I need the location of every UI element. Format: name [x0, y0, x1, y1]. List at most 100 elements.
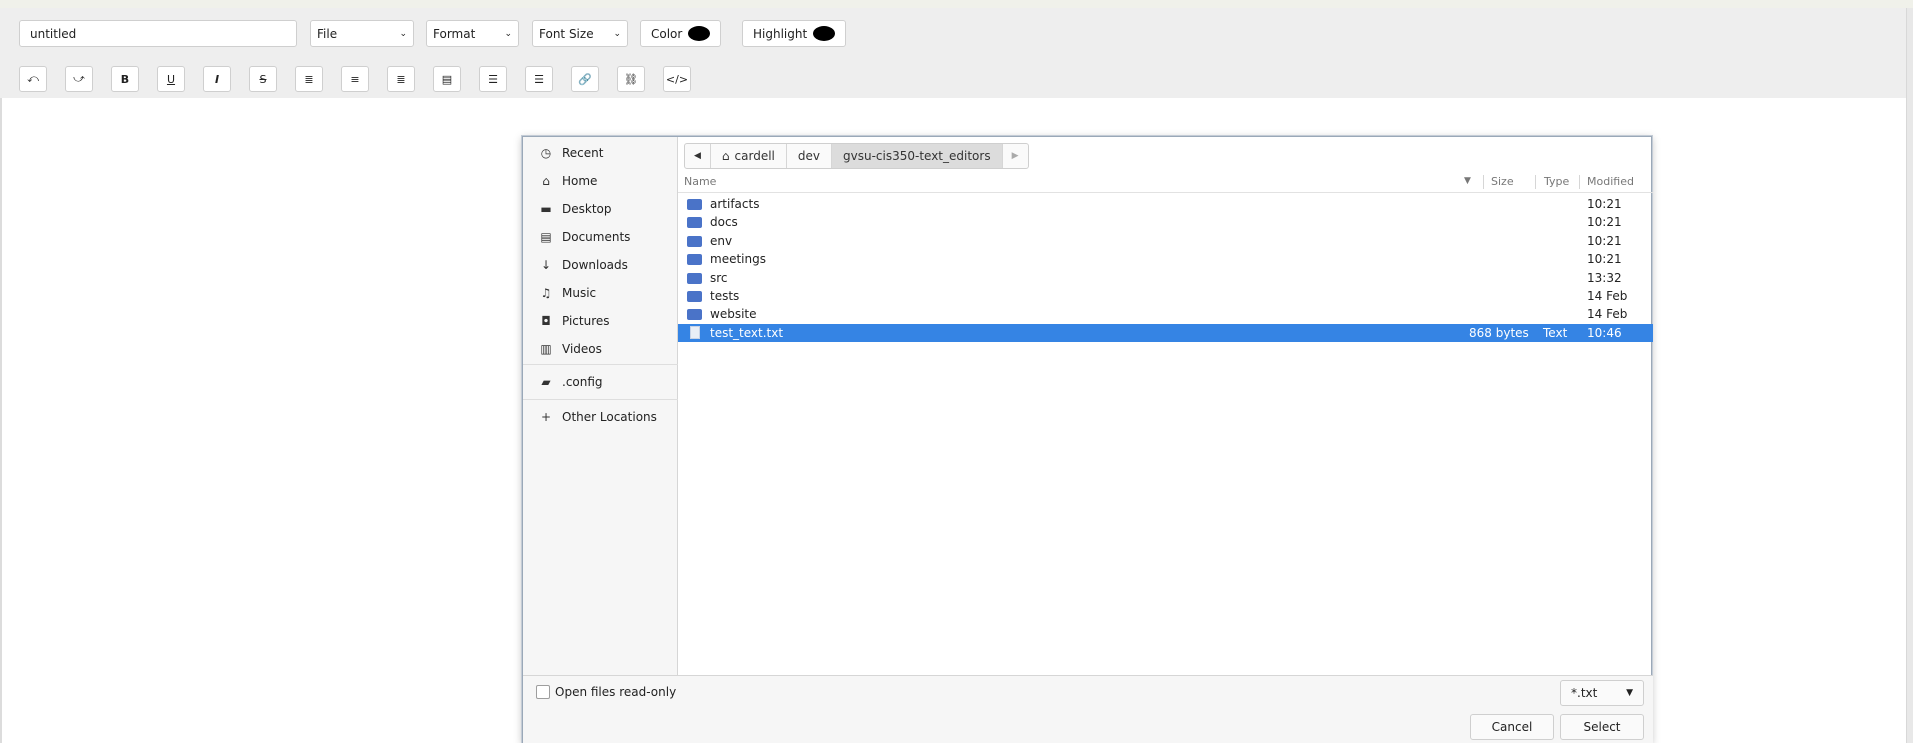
align-left-button[interactable]: ≣	[295, 66, 323, 92]
place-pictures[interactable]: ◘ Pictures	[523, 309, 678, 333]
justify-button[interactable]: ▤	[433, 66, 461, 92]
strikethrough-button[interactable]: S	[249, 66, 277, 92]
file-chooser-dialog: ◷ Recent ⌂ Home ▬ Desktop ▤ Documents ↓ Downloads…	[522, 136, 1653, 743]
file-row[interactable]: tests 14 Feb	[678, 287, 1653, 305]
places-sidebar: ◷ Recent ⌂ Home ▬ Desktop ▤ Documents ↓ Downloads…	[523, 137, 678, 675]
bold-icon: B	[120, 72, 130, 86]
bold-button[interactable]: B	[111, 66, 139, 92]
text-file-icon	[690, 325, 700, 339]
place-label: Documents	[562, 230, 631, 244]
path-segment-label: dev	[797, 149, 820, 163]
read-only-label: Open files read-only	[555, 685, 677, 699]
place-label: Recent	[562, 146, 604, 160]
align-center-button[interactable]: ≡	[341, 66, 369, 92]
sort-arrow-icon: ▼	[1464, 176, 1471, 186]
code-icon: </>	[665, 72, 689, 86]
plus-icon: +	[540, 410, 552, 424]
folder-icon: ▰	[541, 375, 551, 389]
column-name[interactable]: Name	[684, 175, 716, 188]
document-title-input[interactable]	[19, 20, 297, 47]
redo-button[interactable]: ⤻	[65, 66, 93, 92]
column-modified[interactable]: Modified	[1587, 175, 1634, 188]
place-videos[interactable]: ▥ Videos	[523, 337, 678, 361]
select-button[interactable]: Select	[1560, 714, 1644, 740]
download-icon: ↓	[540, 258, 552, 272]
place-other-locations[interactable]: + Other Locations	[523, 405, 678, 429]
align-right-button[interactable]: ≣	[387, 66, 415, 92]
place-config[interactable]: ▰ .config	[523, 370, 678, 394]
file-modified: 10:21	[1587, 215, 1622, 230]
dropdown-arrow-icon: ▼	[1626, 688, 1633, 698]
chevron-down-icon: ⌄	[399, 28, 407, 39]
file-name: docs	[710, 215, 738, 230]
highlight-button[interactable]: Highlight	[742, 20, 847, 47]
path-segment[interactable]: ⌂ cardell	[711, 144, 787, 168]
place-label: Music	[562, 286, 597, 300]
file-menu-select[interactable]: File ⌄	[310, 20, 414, 47]
file-name: env	[710, 233, 733, 248]
place-desktop[interactable]: ▬ Desktop	[523, 197, 678, 221]
folder-icon	[687, 254, 702, 266]
underline-button[interactable]: U	[157, 66, 185, 92]
file-name: meetings	[710, 252, 766, 267]
bullet-list-icon: ☰	[488, 72, 498, 86]
file-list: Name ▼ Size Type Modified artifacts 10:21…	[678, 171, 1653, 675]
code-button[interactable]: </>	[663, 66, 691, 92]
color-button[interactable]: Color	[640, 20, 722, 47]
path-forward-arrow[interactable]: ▶	[1003, 144, 1028, 168]
column-divider	[1579, 175, 1580, 189]
file-name: artifacts	[710, 197, 760, 211]
window-scrollbar[interactable]	[1906, 8, 1913, 743]
undo-button[interactable]: ⤺	[19, 66, 47, 92]
file-row[interactable]: src 13:32	[678, 269, 1653, 287]
column-size[interactable]: Size	[1491, 175, 1514, 188]
file-row[interactable]: env 10:21	[678, 232, 1653, 250]
column-divider	[1535, 175, 1536, 189]
format-menu-label: Format	[433, 26, 476, 41]
file-size: 868 bytes	[1469, 325, 1529, 340]
align-left-icon: ≣	[304, 72, 314, 86]
redo-icon: ⤻	[73, 72, 85, 85]
numbered-list-button[interactable]: ☰	[525, 66, 553, 92]
file-row[interactable]: website 14 Feb	[678, 305, 1653, 323]
link-icon: 🔗	[578, 72, 592, 86]
path-bar: ◀ ⌂ cardell dev gvsu-cis350-text_editors ▶	[684, 143, 1029, 169]
column-type[interactable]: Type	[1544, 175, 1569, 188]
path-segment-label: gvsu-cis350-text_editors	[843, 149, 991, 163]
file-name: src	[710, 270, 728, 285]
file-type-filter[interactable]: *.txt ▼	[1560, 680, 1644, 706]
place-label: Desktop	[562, 202, 612, 216]
path-back-arrow[interactable]: ◀	[685, 144, 711, 168]
font-size-select[interactable]: Font Size ⌄	[532, 20, 628, 47]
home-icon: ⌂	[721, 149, 730, 163]
place-recent[interactable]: ◷ Recent	[523, 141, 678, 165]
read-only-checkbox[interactable]	[536, 685, 550, 699]
place-home[interactable]: ⌂ Home	[523, 169, 678, 193]
format-menu-select[interactable]: Format ⌄	[426, 20, 519, 47]
place-documents[interactable]: ▤ Documents	[523, 225, 678, 249]
dialog-footer: Open files read-only *.txt ▼ Cancel Sele…	[523, 675, 1653, 743]
top-strip	[0, 0, 1913, 8]
file-modified: 10:21	[1587, 233, 1622, 248]
place-music[interactable]: ♫ Music	[523, 281, 678, 305]
path-segment[interactable]: gvsu-cis350-text_editors	[832, 144, 1003, 168]
file-row[interactable]: artifacts 10:21	[678, 195, 1653, 213]
cancel-button[interactable]: Cancel	[1470, 714, 1554, 740]
file-row[interactable]: test_text.txt 868 bytes Text 10:46	[678, 323, 1653, 342]
place-downloads[interactable]: ↓ Downloads	[523, 253, 678, 277]
file-row[interactable]: docs 10:21	[678, 213, 1653, 231]
bullet-list-button[interactable]: ☰	[479, 66, 507, 92]
place-label: Pictures	[562, 314, 610, 328]
italic-button[interactable]: I	[203, 66, 231, 92]
unlink-button[interactable]: ⛓	[617, 66, 645, 92]
file-modified: 14 Feb	[1587, 289, 1628, 303]
path-segment[interactable]: dev	[787, 144, 832, 168]
folder-icon	[687, 199, 702, 210]
place-label: Other Locations	[562, 410, 657, 424]
file-row[interactable]: meetings 10:21	[678, 250, 1653, 268]
link-button[interactable]: 🔗	[571, 66, 599, 92]
place-label: Downloads	[562, 258, 628, 272]
read-only-option[interactable]: Open files read-only	[536, 685, 676, 699]
italic-icon: I	[214, 72, 220, 86]
place-label: Home	[562, 174, 598, 188]
